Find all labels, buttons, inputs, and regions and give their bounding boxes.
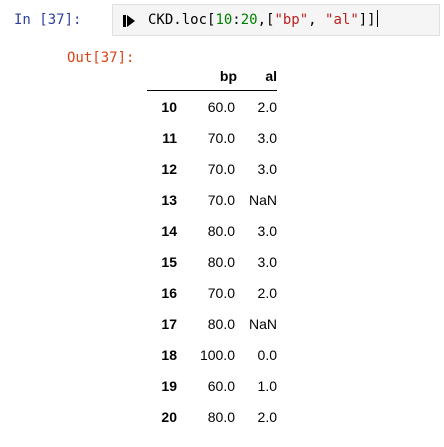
table-row: 12 70.0 3.0 — [147, 153, 277, 184]
cell-bp: 70.0 — [207, 284, 235, 301]
table-header-row: bp al — [147, 62, 277, 91]
cell-al: 3.0 — [257, 222, 277, 239]
table-row: 19 60.0 1.0 — [147, 370, 277, 401]
table-row: 14 80.0 3.0 — [147, 215, 277, 246]
table-row: 17 80.0 NaN — [147, 308, 277, 339]
cell-al: 2.0 — [257, 408, 277, 425]
table-row: 20 80.0 2.0 — [147, 401, 277, 432]
row-index: 14 — [161, 222, 177, 239]
row-index: 16 — [161, 284, 177, 301]
cell-bp: 60.0 — [207, 98, 235, 115]
input-prompt: In [37]: — [14, 12, 82, 28]
cell-al: NaN — [248, 191, 277, 208]
cell-bp: 80.0 — [207, 408, 235, 425]
table-row: 10 60.0 2.0 — [147, 91, 277, 123]
cell-bp: 80.0 — [207, 222, 235, 239]
column-header-bp: bp — [177, 62, 237, 91]
table-row: 18 100.0 0.0 — [147, 339, 277, 370]
cell-al: 2.0 — [257, 284, 277, 301]
column-header-al: al — [237, 62, 277, 91]
row-index: 10 — [161, 98, 177, 115]
row-index: 17 — [161, 315, 177, 332]
cell-al: 0.0 — [257, 346, 277, 363]
cell-al: 2.0 — [257, 98, 277, 115]
row-index: 18 — [161, 346, 177, 363]
row-index: 20 — [161, 408, 177, 425]
text-cursor — [376, 10, 378, 27]
table-row: 11 70.0 3.0 — [147, 122, 277, 153]
code-text[interactable]: CKD.loc[10:20,["bp", "al"]] — [148, 10, 378, 30]
table-row: 13 70.0 NaN — [147, 184, 277, 215]
cell-al: NaN — [248, 315, 277, 332]
cell-bp: 80.0 — [207, 253, 235, 270]
row-index: 11 — [162, 129, 177, 146]
row-index: 12 — [161, 160, 177, 177]
table-body: 10 60.0 2.0 11 70.0 3.0 12 70.0 3.0 13 70.0 NaN 14 80… — [147, 91, 277, 433]
cell-al: 3.0 — [257, 160, 277, 177]
cell-al: 3.0 — [257, 253, 277, 270]
cell-bp: 70.0 — [207, 191, 235, 208]
table-row: 15 80.0 3.0 — [147, 246, 277, 277]
index-header — [147, 62, 177, 91]
cell-bp: 80.0 — [207, 315, 235, 332]
run-cell-icon[interactable] — [122, 14, 136, 28]
table-row: 16 70.0 2.0 — [147, 277, 277, 308]
cell-al: 1.0 — [257, 377, 277, 394]
dataframe-output: bp al 10 60.0 2.0 11 70.0 3.0 12 70.0 3.0 13 70.0 N… — [147, 62, 277, 432]
row-index: 13 — [161, 191, 177, 208]
cell-bp: 60.0 — [207, 377, 235, 394]
cell-bp: 100.0 — [199, 346, 235, 363]
cell-bp: 70.0 — [207, 160, 235, 177]
output-prompt: Out[37]: — [67, 50, 135, 66]
cell-al: 3.0 — [257, 129, 277, 146]
cell-bp: 70.0 — [207, 129, 235, 146]
code-cell-editor[interactable]: CKD.loc[10:20,["bp", "al"]] — [112, 4, 440, 36]
row-index: 19 — [161, 377, 177, 394]
row-index: 15 — [161, 253, 177, 270]
